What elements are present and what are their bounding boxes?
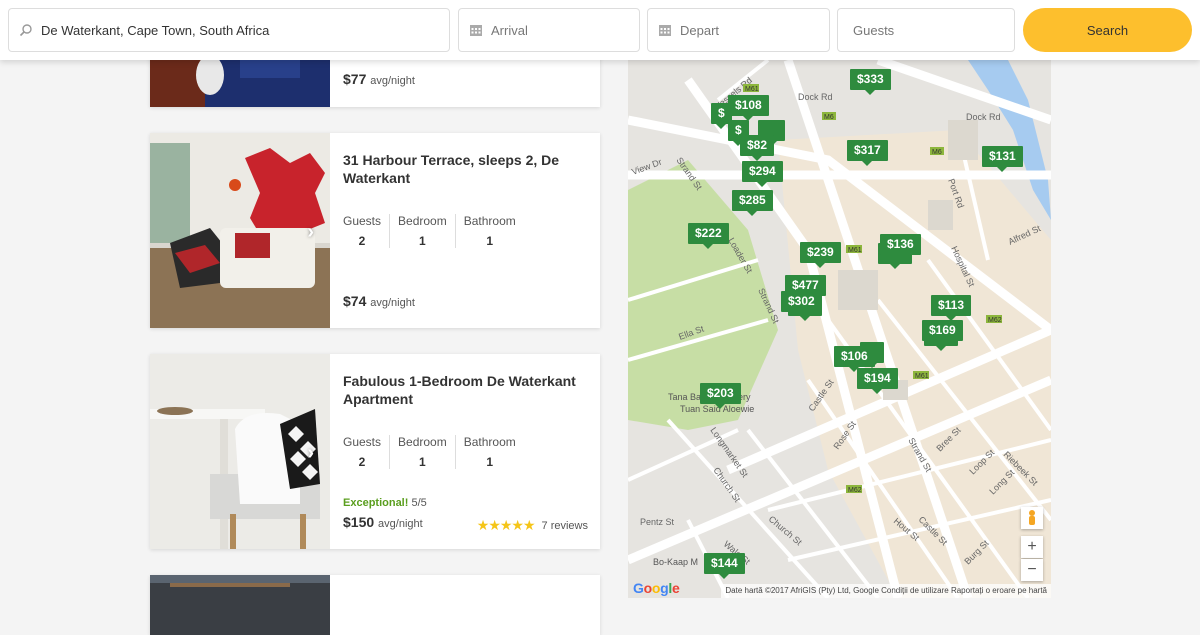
spec-label: Bedroom — [398, 214, 447, 228]
price-marker[interactable]: $131 — [982, 146, 1023, 172]
spec-label: Guests — [343, 214, 382, 228]
price-marker[interactable]: $302 — [781, 291, 822, 317]
spec-bathroom: Bathroom 1 — [454, 435, 524, 469]
price-marker[interactable]: $169 — [922, 320, 963, 346]
spec-label: Bedroom — [398, 435, 447, 449]
svg-text:M62: M62 — [988, 317, 1002, 324]
calendar-icon — [470, 25, 482, 36]
price-marker[interactable]: $239 — [800, 242, 841, 268]
svg-text:M61: M61 — [745, 86, 759, 93]
star-rating-icon: ★★★★★ — [476, 517, 536, 533]
listing-photo[interactable]: › — [150, 354, 330, 549]
price-marker[interactable]: $113 — [931, 295, 972, 321]
rating-text: Exceptional! — [343, 497, 409, 509]
spec-value: 1 — [419, 455, 426, 469]
price-unit: avg/night — [370, 75, 415, 87]
spec-value: 1 — [486, 455, 494, 469]
spec-value: 2 — [358, 455, 366, 469]
listing-results: $77 avg/night › 31 Harbour Terrace, slee… — [150, 0, 600, 635]
listing-price: $150 — [343, 514, 375, 530]
chevron-right-icon[interactable]: › — [307, 221, 314, 244]
price-marker[interactable]: $106 — [834, 346, 875, 372]
spec-guests: Guests 2 — [343, 214, 389, 248]
zoom-in-button[interactable]: + — [1021, 536, 1043, 558]
spec-bathroom: Bathroom 1 — [454, 214, 524, 248]
map[interactable]: Wessels Rd Dock Rd Dock Rd Strand St Vie… — [628, 0, 1051, 598]
price-marker[interactable]: $194 — [857, 368, 898, 394]
calendar-icon — [659, 25, 671, 36]
price-marker[interactable]: $136 — [880, 234, 921, 260]
guests-input[interactable]: Guests — [837, 8, 1015, 52]
listing-photo[interactable]: › — [150, 133, 330, 328]
street-view-icon[interactable] — [1021, 507, 1043, 529]
spec-label: Bathroom — [463, 214, 516, 228]
svg-text:M6: M6 — [932, 149, 942, 156]
price-marker[interactable]: $285 — [732, 190, 773, 216]
arrival-placeholder: Arrival — [491, 22, 528, 38]
price-marker[interactable]: $317 — [847, 140, 888, 166]
guests-placeholder: Guests — [853, 22, 895, 38]
price-marker[interactable]: $144 — [704, 553, 745, 579]
search-button[interactable]: Search — [1023, 8, 1192, 52]
depart-placeholder: Depart — [680, 22, 720, 38]
svg-text:M61: M61 — [915, 373, 929, 380]
listing-specs: Guests 2 Bedroom 1 Bathroom 1 — [343, 214, 524, 248]
price-marker[interactable]: $108 — [728, 95, 769, 121]
map-attribution[interactable]: Date hartă ©2017 AfriGIS (Pty) Ltd, Goog… — [721, 584, 1051, 598]
price-marker[interactable]: $82 — [740, 135, 775, 161]
spec-value: 1 — [486, 234, 494, 248]
svg-text:Dock Rd: Dock Rd — [798, 92, 833, 102]
price-marker[interactable]: $294 — [742, 161, 783, 187]
spec-label: Guests — [343, 435, 382, 449]
svg-text:Pentz St: Pentz St — [640, 517, 675, 527]
listing-photo[interactable] — [150, 575, 330, 635]
listing-card[interactable] — [150, 575, 600, 635]
location-input[interactable]: De Waterkant, Cape Town, South Africa — [8, 8, 450, 52]
listing-title[interactable]: 31 Harbour Terrace, sleeps 2, De Waterka… — [343, 151, 588, 187]
price-marker[interactable]: $203 — [700, 383, 741, 409]
listing-card[interactable]: › Fabulous 1-Bedroom De Waterkant Apartm… — [150, 354, 600, 549]
chevron-right-icon[interactable]: › — [307, 442, 314, 465]
rating-score: 5/5 — [411, 497, 427, 509]
search-bar: De Waterkant, Cape Town, South Africa Ar… — [0, 0, 1200, 60]
svg-text:M61: M61 — [848, 247, 862, 254]
rating-label: Exceptional! 5/5 — [343, 497, 427, 509]
listing-specs: Guests 2 Bedroom 1 Bathroom 1 — [343, 435, 524, 469]
spec-guests: Guests 2 — [343, 435, 389, 469]
price-unit: avg/night — [370, 297, 415, 309]
zoom-out-button[interactable]: − — [1021, 559, 1043, 581]
location-value: De Waterkant, Cape Town, South Africa — [41, 22, 270, 38]
price-marker[interactable]: $222 — [688, 223, 729, 249]
price-marker[interactable]: $333 — [850, 69, 891, 95]
search-icon — [19, 24, 32, 37]
spec-bedroom: Bedroom 1 — [389, 435, 455, 469]
spec-value: 2 — [358, 234, 366, 248]
price-unit: avg/night — [378, 518, 423, 530]
poi-label: Bo-Kaap M — [653, 557, 698, 567]
listing-price: $74 — [343, 293, 367, 309]
spec-bedroom: Bedroom 1 — [389, 214, 455, 248]
spec-label: Bathroom — [463, 435, 516, 449]
spec-value: 1 — [419, 234, 426, 248]
svg-text:M62: M62 — [848, 487, 862, 494]
listing-price: $77 — [343, 71, 367, 87]
listing-card[interactable]: › 31 Harbour Terrace, sleeps 2, De Water… — [150, 133, 600, 328]
svg-text:Dock Rd: Dock Rd — [966, 112, 1001, 122]
review-count[interactable]: 7 reviews — [542, 520, 588, 532]
reviews: ★★★★★ 7 reviews — [477, 517, 588, 534]
listing-title[interactable]: Fabulous 1-Bedroom De Waterkant Apartmen… — [343, 372, 588, 408]
depart-input[interactable]: Depart — [647, 8, 830, 52]
arrival-input[interactable]: Arrival — [458, 8, 640, 52]
svg-text:M6: M6 — [824, 114, 834, 121]
google-logo: Google — [633, 580, 680, 596]
map-tiles: Wessels Rd Dock Rd Dock Rd Strand St Vie… — [628, 0, 1051, 598]
